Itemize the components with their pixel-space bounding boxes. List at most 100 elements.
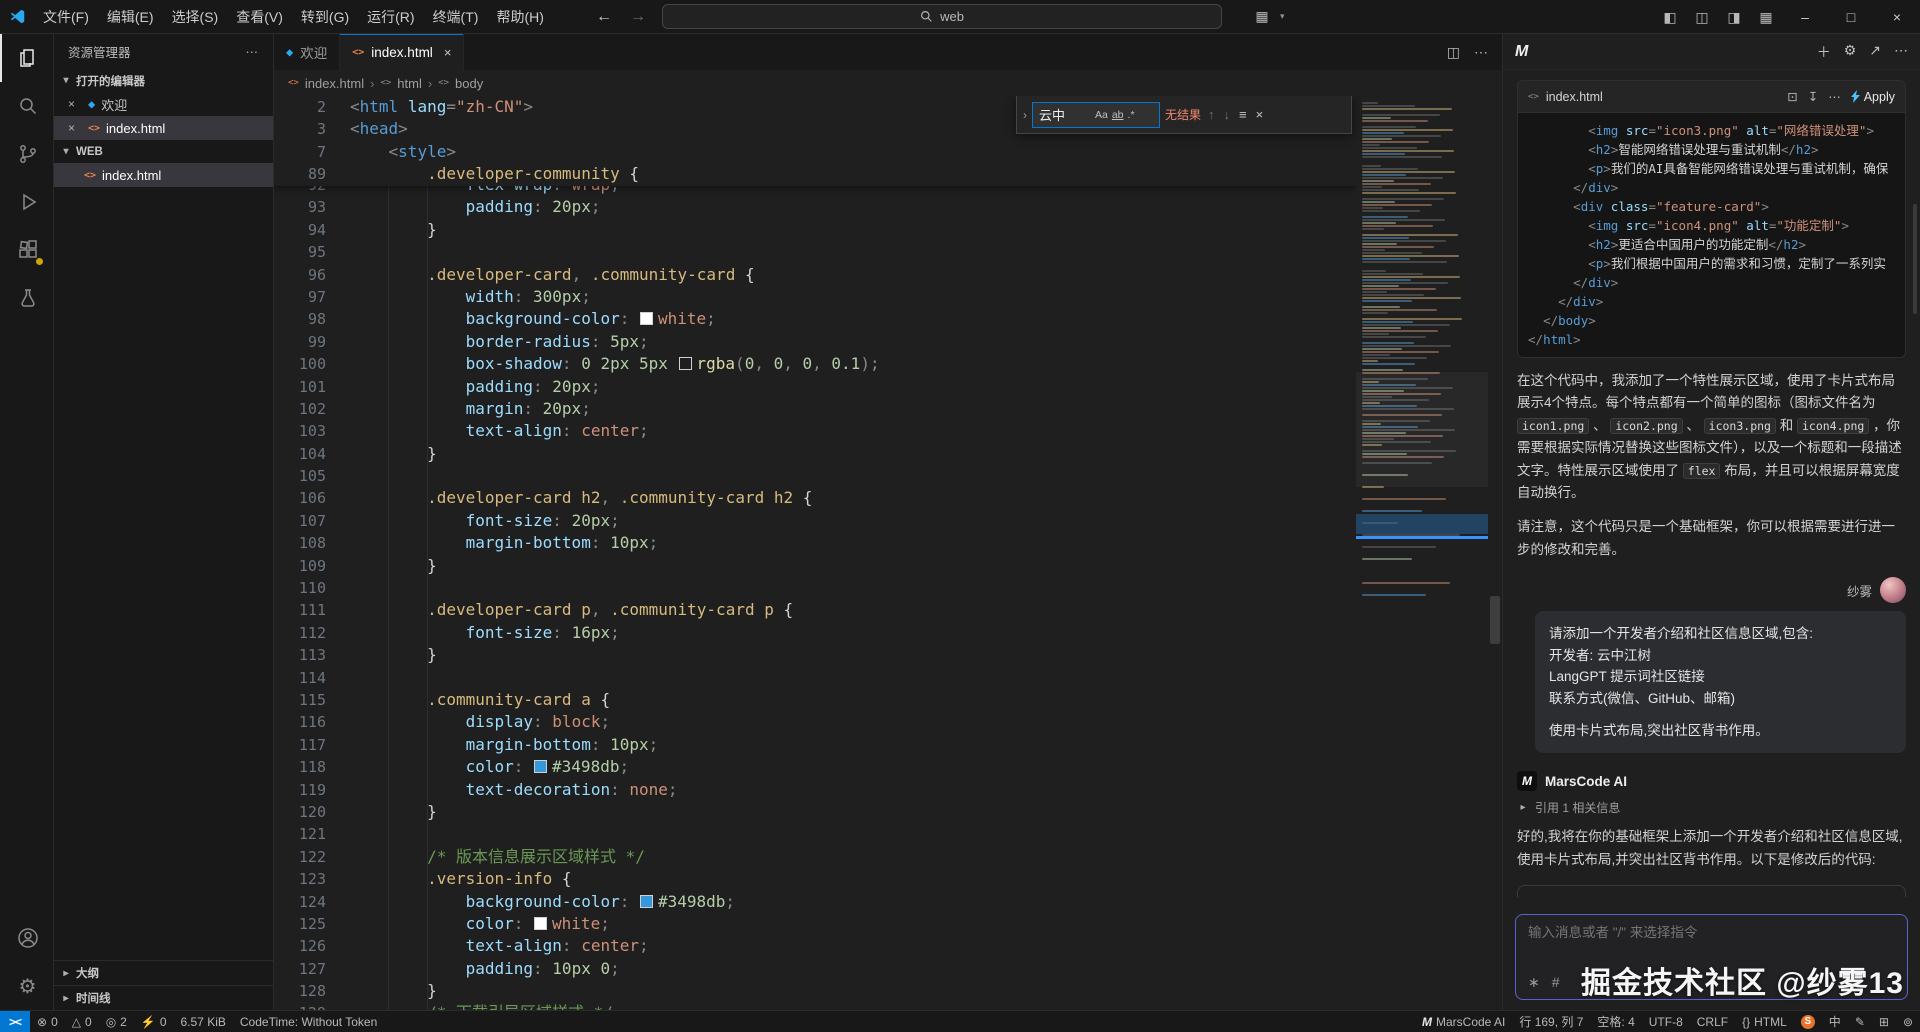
minimap[interactable] — [1356, 96, 1488, 1010]
search-sidebar-icon[interactable] — [0, 82, 53, 130]
toggle-secondary-sidebar-icon[interactable]: ◨ — [1718, 9, 1750, 26]
maximize-icon[interactable]: □ — [1828, 0, 1874, 34]
status-ime[interactable]: 中 — [1822, 1011, 1848, 1032]
status-warnings[interactable]: △0 — [65, 1011, 99, 1032]
minimap-line — [1362, 222, 1396, 224]
reference-toggle[interactable]: ▸ 引用 1 相关信息 — [1517, 799, 1906, 816]
next-match-icon[interactable]: ↓ — [1222, 107, 1233, 122]
find-input[interactable]: Aa ab .* — [1032, 102, 1160, 128]
status-text: 2 — [120, 1015, 127, 1029]
sidebar-more-icon[interactable]: ⋯ — [246, 44, 260, 59]
menu-item[interactable]: 文件(F) — [34, 0, 98, 34]
breadcrumb[interactable]: <>index.html›<>html›<>body — [274, 70, 1502, 96]
panel-scrollbar[interactable] — [1911, 74, 1919, 900]
match-case-icon[interactable]: Aa — [1093, 108, 1110, 122]
status-edit[interactable]: ✎ — [1848, 1011, 1872, 1032]
toggle-replace-icon[interactable]: › — [1023, 108, 1027, 122]
editor-more-actions-icon[interactable]: ⋯ — [1474, 44, 1488, 61]
status-file-size[interactable]: 6.57 KiB — [174, 1011, 233, 1032]
forward-icon[interactable]: → — [628, 8, 648, 26]
status-bolt[interactable]: ⚡0 — [134, 1011, 174, 1032]
status-cursor-position[interactable]: 行 169, 列 7 — [1512, 1011, 1590, 1032]
account-icon[interactable] — [0, 914, 53, 962]
menu-item[interactable]: 帮助(H) — [487, 0, 552, 34]
panel-more-icon[interactable]: ⋯ — [1894, 42, 1908, 62]
menu-item[interactable]: 查看(V) — [227, 0, 292, 34]
status-eol[interactable]: CRLF — [1690, 1011, 1735, 1032]
command-center-search[interactable]: web — [662, 4, 1222, 29]
chevron-down-icon[interactable]: ▾ — [1280, 11, 1285, 22]
find-in-selection-icon[interactable]: ≡ — [1237, 107, 1249, 122]
minimize-icon[interactable]: – — [1782, 0, 1828, 34]
status-indentation[interactable]: 空格: 4 — [1590, 1011, 1641, 1032]
status-notifications[interactable]: ⊚ — [1896, 1011, 1920, 1032]
list-item[interactable]: ×◆欢迎 — [54, 92, 273, 116]
status-s-extension[interactable]: S — [1794, 1011, 1822, 1032]
code-token: h2 — [1596, 237, 1611, 252]
prev-match-icon[interactable]: ↑ — [1206, 107, 1217, 122]
status-grid[interactable]: ⊞ — [1872, 1011, 1896, 1032]
explorer-icon[interactable] — [0, 34, 53, 82]
regex-icon[interactable]: .* — [1126, 108, 1137, 122]
outline-section[interactable]: ▸ 大纲 — [54, 960, 273, 985]
apply-button[interactable]: Apply — [1851, 90, 1895, 104]
insert-icon[interactable]: ↧ — [1808, 89, 1818, 104]
code-token: 更适合中国用户的功能定制 — [1618, 237, 1768, 252]
status-remote[interactable]: >< — [0, 1011, 30, 1032]
timeline-section[interactable]: ▸ 时间线 — [54, 985, 273, 1010]
chat-input[interactable] — [1528, 925, 1895, 940]
folder-header[interactable]: ▾ WEB — [54, 140, 273, 163]
code-editor[interactable]: 92 flex-wrap: wrap;93 padding: 20px;94 }… — [274, 96, 1502, 1010]
inline-code-chip: icon3.png — [1704, 418, 1776, 434]
context-hash-icon[interactable]: # — [1552, 974, 1560, 991]
close-find-icon[interactable]: × — [1254, 107, 1266, 122]
menu-item[interactable]: 运行(R) — [358, 0, 423, 34]
code-token: < — [389, 142, 399, 161]
close-tab-icon[interactable]: × — [444, 45, 452, 60]
share-icon[interactable]: ↗ — [1869, 42, 1881, 62]
minimap-line — [1362, 258, 1410, 260]
tab-index.html[interactable]: <>index.html× — [340, 34, 464, 70]
menu-item[interactable]: 转到(G) — [292, 0, 358, 34]
skills-icon[interactable]: ∗ — [1528, 974, 1540, 991]
close-editor-icon[interactable]: × — [68, 97, 82, 111]
status-marscode[interactable]: MMarsCode AI — [1415, 1011, 1512, 1032]
run-debug-icon[interactable] — [0, 178, 53, 226]
status-codetime[interactable]: CodeTime: Without Token — [233, 1011, 384, 1032]
status-encoding[interactable]: UTF-8 — [1642, 1011, 1690, 1032]
menu-item[interactable]: 选择(S) — [163, 0, 228, 34]
toggle-sidebar-icon[interactable]: ◧ — [1654, 9, 1686, 26]
find-query-input[interactable] — [1039, 107, 1093, 122]
list-item[interactable]: <>index.html — [54, 163, 273, 187]
split-editor-icon[interactable]: ◫ — [1447, 44, 1460, 61]
source-control-icon[interactable] — [0, 130, 53, 178]
layout-grid-icon[interactable]: ▦ — [1246, 8, 1278, 25]
toggle-panel-icon[interactable]: ◫ — [1686, 9, 1718, 26]
code-token: ; — [639, 332, 649, 351]
tab-欢迎[interactable]: ◆欢迎 — [274, 34, 340, 70]
list-item[interactable]: ×<>index.html — [54, 116, 273, 140]
close-editor-icon[interactable]: × — [68, 121, 82, 135]
status-text: HTML — [1754, 1015, 1787, 1029]
whole-word-icon[interactable]: ab — [1110, 108, 1126, 122]
menu-item[interactable]: 终端(T) — [424, 0, 488, 34]
card-more-icon[interactable]: ⋯ — [1828, 89, 1841, 104]
menu-item[interactable]: 编辑(E) — [98, 0, 163, 34]
panel-settings-icon[interactable]: ⚙ — [1844, 42, 1857, 62]
open-editors-header[interactable]: ▾ 打开的编辑器 — [54, 69, 273, 92]
status-language-mode[interactable]: {}HTML — [1735, 1011, 1794, 1032]
close-icon[interactable]: × — [1874, 0, 1920, 34]
test-flask-icon[interactable] — [0, 274, 53, 322]
status-errors[interactable]: ⊗0 — [30, 1011, 65, 1032]
new-chat-icon[interactable]: ＋ — [1817, 42, 1831, 62]
extensions-icon[interactable] — [0, 226, 53, 274]
settings-gear-icon[interactable]: ⚙ — [0, 962, 53, 1010]
copy-icon[interactable]: ⊡ — [1787, 89, 1797, 104]
code-token: ; — [591, 197, 601, 216]
chat-scroll-area[interactable]: <> index.html ⊡ ↧ ⋯ Apply <img src="icon… — [1503, 70, 1920, 906]
customize-layout-icon[interactable]: ▦ — [1750, 9, 1782, 26]
editor-scrollbar[interactable] — [1488, 96, 1502, 1010]
scrollbar-thumb[interactable] — [1490, 596, 1500, 644]
status-ports[interactable]: ◎2 — [99, 1011, 134, 1032]
back-icon[interactable]: ← — [594, 8, 614, 26]
